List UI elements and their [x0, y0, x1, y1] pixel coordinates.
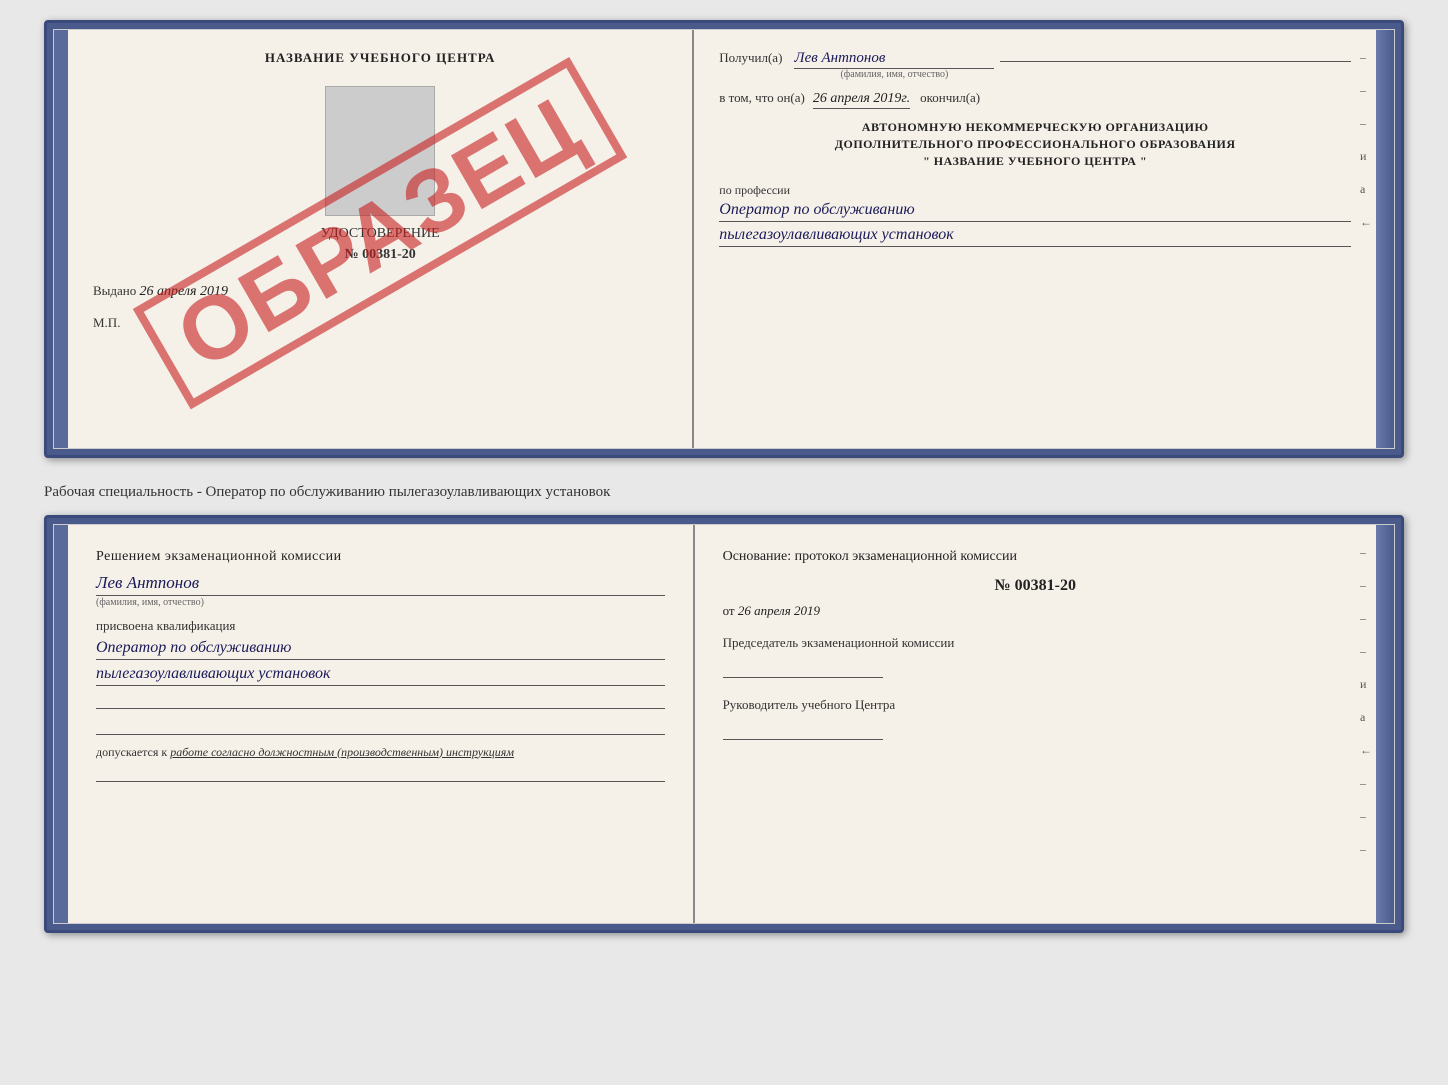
chairman-signature-line — [723, 656, 883, 678]
side-marks-top: – – – и а ← — [1360, 50, 1372, 230]
bottom-underline-3 — [96, 764, 665, 782]
completed-row: в том, что он(а) 26 апреля 2019г. окончи… — [719, 90, 1351, 109]
org-name-block: АВТОНОМНУЮ НЕКОММЕРЧЕСКУЮ ОРГАНИЗАЦИЮ ДО… — [719, 119, 1351, 169]
org-line2: ДОПОЛНИТЕЛЬНОГО ПРОФЕССИОНАЛЬНОГО ОБРАЗО… — [719, 136, 1351, 153]
bottom-spine-left — [54, 525, 68, 923]
basis-label: Основание: протокол экзаменационной коми… — [723, 547, 1348, 567]
received-label: Получил(а) — [719, 50, 782, 66]
bottom-qual-line2: пылегазоулавливающих установок — [96, 665, 665, 686]
decision-text: Решением экзаменационной комиссии — [96, 547, 665, 567]
protocol-number: № 00381-20 — [723, 577, 1348, 595]
profession-line2: пылегазоулавливающих установок — [719, 226, 1351, 247]
bottom-spine-right — [1376, 525, 1394, 923]
bottom-left-page: Решением экзаменационной комиссии Лев Ан… — [68, 525, 695, 923]
cert-spine-left — [54, 30, 68, 448]
cert-doc-type: УДОСТОВЕРЕНИЕ — [93, 226, 667, 242]
received-name: Лев Антпонов — [794, 50, 994, 69]
protocol-date: 26 апреля 2019 — [738, 603, 820, 618]
cert-left-page: НАЗВАНИЕ УЧЕБНОГО ЦЕНТРА УДОСТОВЕРЕНИЕ №… — [68, 30, 694, 448]
between-speciality-text: Рабочая специальность - Оператор по обсл… — [44, 484, 1404, 501]
issued-date: 26 апреля 2019 — [140, 284, 228, 299]
issued-label: Выдано — [93, 283, 136, 298]
side-marks-bottom: – – – – и а ← – – – — [1360, 545, 1372, 857]
profession-label: по профессии — [719, 183, 1351, 198]
top-certificate-book: НАЗВАНИЕ УЧЕБНОГО ЦЕНТРА УДОСТОВЕРЕНИЕ №… — [44, 20, 1404, 458]
org-line1: АВТОНОМНУЮ НЕКОММЕРЧЕСКУЮ ОРГАНИЗАЦИЮ — [719, 119, 1351, 136]
cert-issued-row: Выдано 26 апреля 2019 — [93, 283, 667, 300]
mp-label: М.П. — [93, 315, 667, 331]
completed-prefix: в том, что он(а) — [719, 90, 805, 106]
bottom-right-page: Основание: протокол экзаменационной коми… — [695, 525, 1376, 923]
chairman-label: Председатель экзаменационной комиссии — [723, 634, 1348, 652]
допускается-row: допускается к работе согласно должностны… — [96, 745, 665, 760]
completed-suffix: окончил(а) — [920, 90, 980, 106]
received-row: Получил(а) Лев Антпонов (фамилия, имя, о… — [719, 50, 1351, 80]
bottom-certificate-book: Решением экзаменационной комиссии Лев Ан… — [44, 515, 1404, 933]
cert-right-page: Получил(а) Лев Антпонов (фамилия, имя, о… — [694, 30, 1376, 448]
bottom-qual-line1: Оператор по обслуживанию — [96, 639, 665, 660]
received-subtext: (фамилия, имя, отчество) — [794, 69, 994, 80]
bottom-underline-1 — [96, 691, 665, 709]
cert-school-title: НАЗВАНИЕ УЧЕБНОГО ЦЕНТРА — [93, 50, 667, 66]
cert-doc-number: № 00381-20 — [93, 247, 667, 263]
leader-label: Руководитель учебного Центра — [723, 696, 1348, 714]
assigned-label: присвоена квалификация — [96, 618, 665, 634]
допускается-value: работе согласно должностным (производств… — [170, 745, 514, 759]
profession-line1: Оператор по обслуживанию — [719, 201, 1351, 222]
completed-date: 26 апреля 2019г. — [813, 91, 910, 109]
profession-block: по профессии Оператор по обслуживанию пы… — [719, 183, 1351, 247]
bottom-person-subtext: (фамилия, имя, отчество) — [96, 595, 665, 608]
org-line3: " НАЗВАНИЕ УЧЕБНОГО ЦЕНТРА " — [719, 153, 1351, 170]
received-name-wrapper: Лев Антпонов (фамилия, имя, отчество) — [794, 50, 994, 80]
protocol-date-row: от 26 апреля 2019 — [723, 603, 1348, 619]
leader-signature-line — [723, 718, 883, 740]
protocol-date-prefix: от — [723, 603, 735, 618]
bottom-underline-2 — [96, 717, 665, 735]
допускается-label: допускается к — [96, 745, 167, 759]
bottom-person-name: Лев Антпонов — [96, 573, 665, 593]
photo-placeholder — [325, 86, 435, 216]
cert-spine-right — [1376, 30, 1394, 448]
